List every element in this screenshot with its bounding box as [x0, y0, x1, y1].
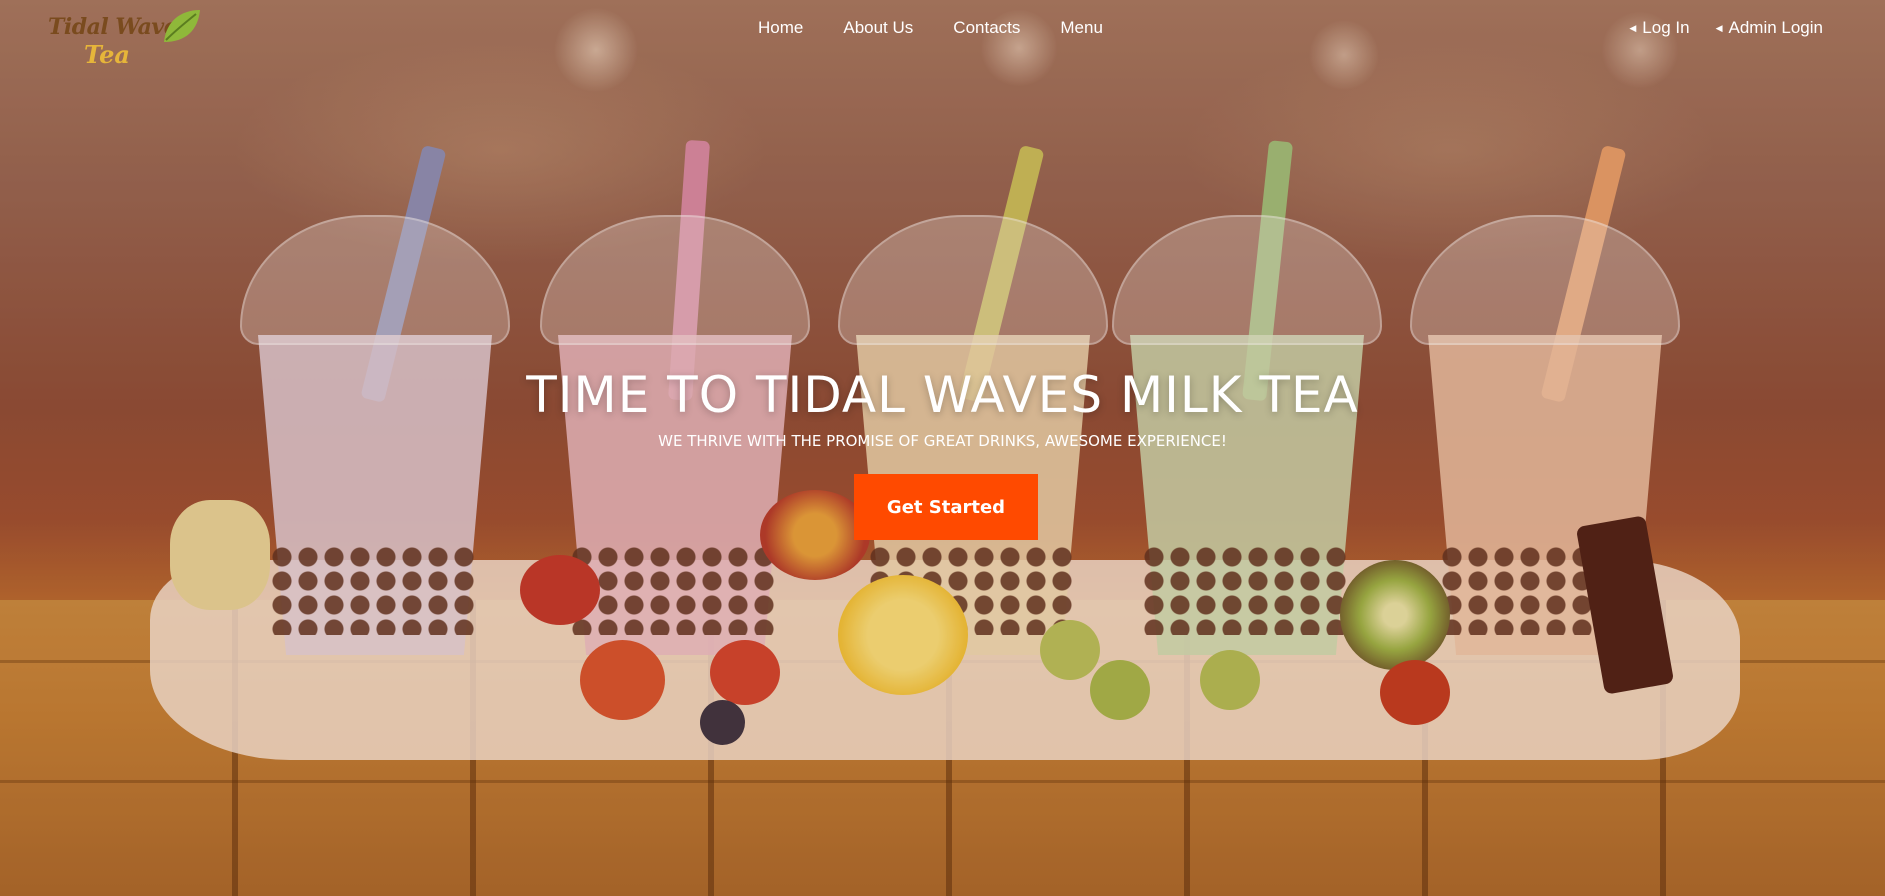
leaf-icon: [164, 10, 200, 42]
logo-text-line2: Tea: [84, 40, 130, 69]
login-label: Log In: [1642, 18, 1690, 37]
hero-title: TIME TO TIDAL WAVES MILK TEA: [526, 366, 1359, 424]
nav-menu-link[interactable]: Menu: [1060, 18, 1103, 38]
login-link[interactable]: ◀ Log In: [1629, 18, 1689, 38]
auth-links: ◀ Log In ◀ Admin Login: [1603, 18, 1823, 38]
nav-contacts-link[interactable]: Contacts: [953, 18, 1020, 38]
admin-login-link[interactable]: ◀ Admin Login: [1716, 18, 1823, 38]
nav-home-link[interactable]: Home: [758, 18, 803, 38]
site-logo[interactable]: Tidal Waves Tea: [48, 8, 208, 72]
get-started-button[interactable]: Get Started: [854, 474, 1038, 540]
caret-left-icon: ◀: [1715, 22, 1723, 33]
top-navigation: Tidal Waves Tea Home About Us Contacts M…: [0, 0, 1885, 69]
hero-subtitle: WE THRIVE WITH THE PROMISE OF GREAT DRIN…: [658, 432, 1227, 450]
nav-about-us-link[interactable]: About Us: [843, 18, 913, 38]
main-menu: Home About Us Contacts Menu: [758, 18, 1143, 38]
admin-login-label: Admin Login: [1728, 18, 1823, 37]
caret-left-icon: ◀: [1629, 22, 1637, 33]
